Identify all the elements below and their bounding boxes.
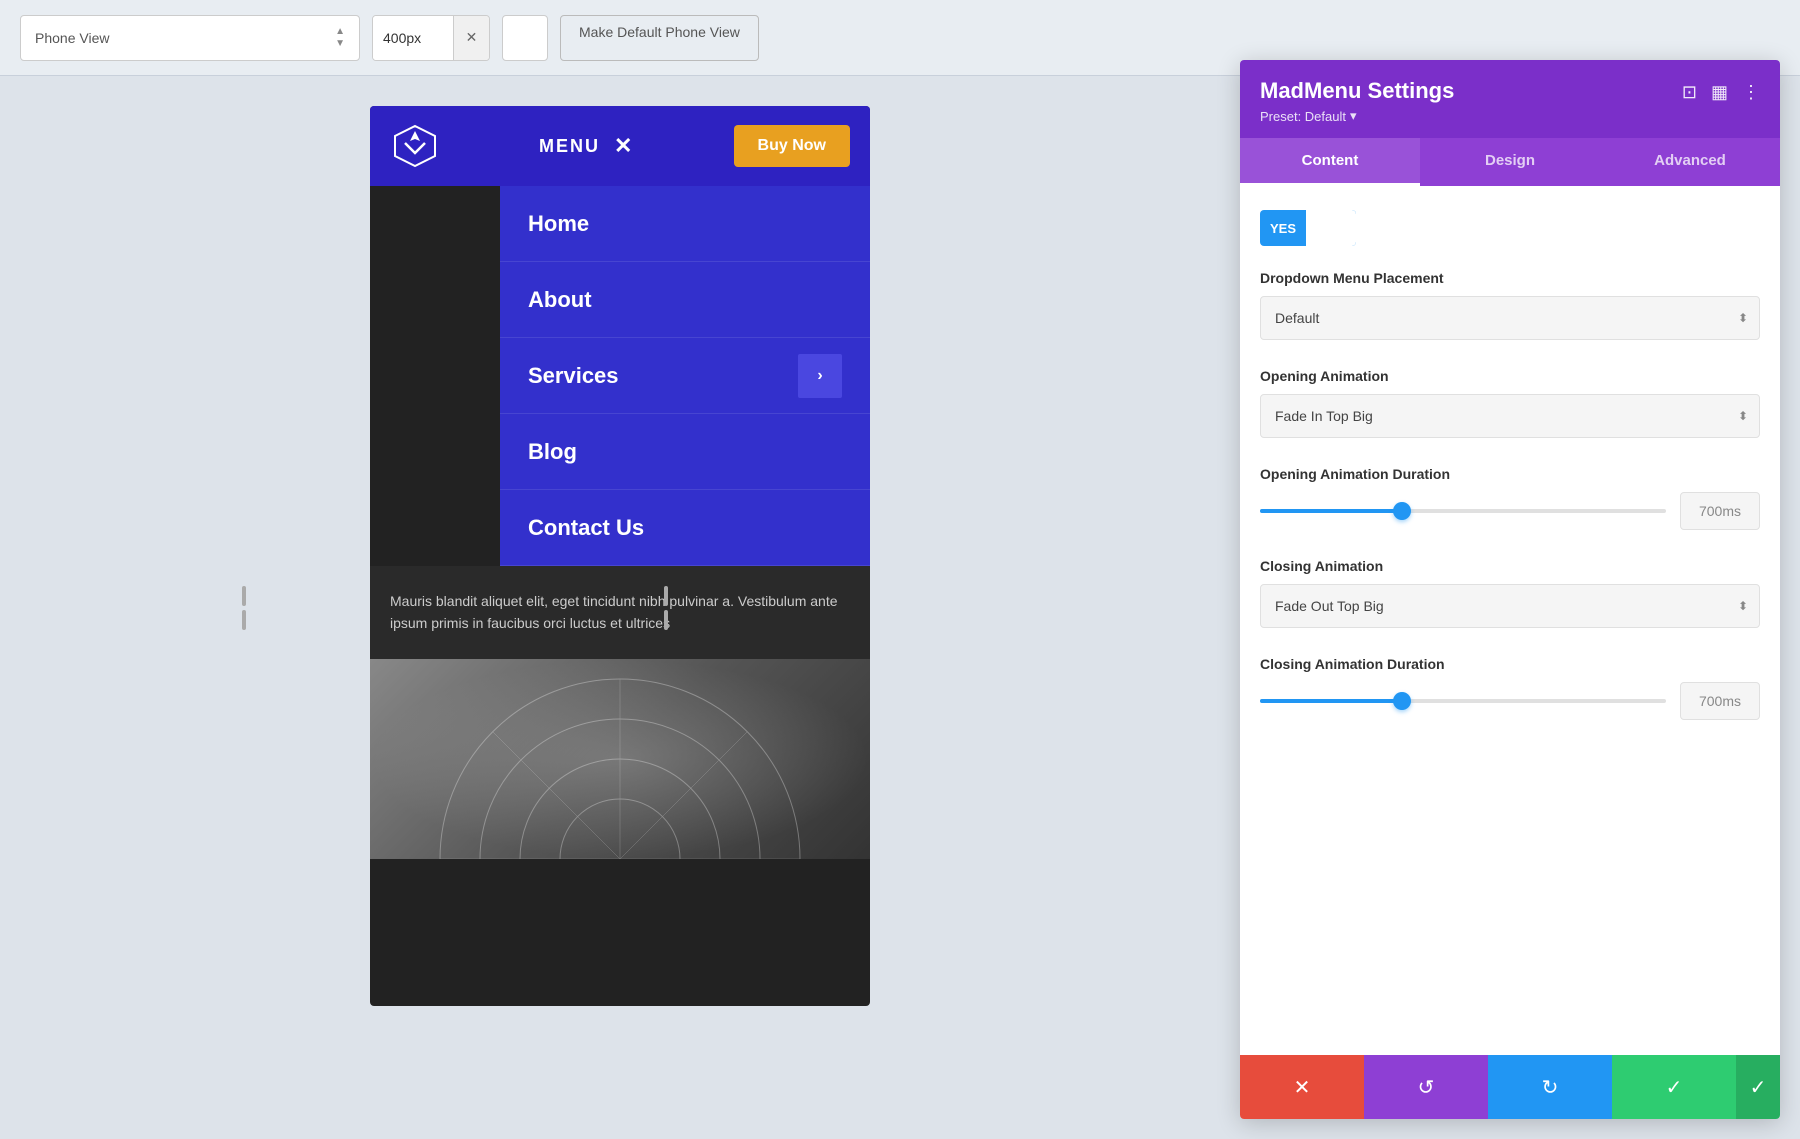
closing-animation-select[interactable]: Fade Out Top Big Fade Out Left Fade Out … <box>1260 584 1760 628</box>
closing-duration-thumb[interactable] <box>1393 692 1411 710</box>
closing-duration-fill <box>1260 699 1402 703</box>
handle-bar <box>242 610 246 630</box>
yes-toggle[interactable]: YES <box>1260 210 1356 246</box>
menu-dropdown: Home About Services › Blog Contact Us <box>500 186 870 566</box>
opening-duration-value: 700ms <box>1680 492 1760 530</box>
closing-animation-label: Closing Animation <box>1260 558 1760 574</box>
panel-header: MadMenu Settings Preset: Default ▾ ⊡ ▦ ⋮ <box>1240 60 1780 138</box>
nav-menu-area: MENU ✕ <box>539 133 634 159</box>
toggle-box <box>1306 210 1356 246</box>
panel-footer: ✕ ↺ ↻ ✓ ✓ <box>1240 1055 1780 1119</box>
opening-animation-select-wrapper: Fade In Top Big Fade In Left Fade In Rig… <box>1260 394 1760 438</box>
panel-header-icons: ⊡ ▦ ⋮ <box>1682 82 1760 103</box>
extra-save-button[interactable]: ✓ <box>1736 1055 1780 1119</box>
closing-animation-select-wrapper: Fade Out Top Big Fade Out Left Fade Out … <box>1260 584 1760 628</box>
opening-animation-field: Opening Animation Fade In Top Big Fade I… <box>1260 368 1760 438</box>
menu-item-label: Blog <box>528 439 577 465</box>
opening-animation-label: Opening Animation <box>1260 368 1760 384</box>
menu-item-services[interactable]: Services › <box>500 338 870 414</box>
settings-panel: MadMenu Settings Preset: Default ▾ ⊡ ▦ ⋮… <box>1240 60 1780 1119</box>
dropdown-placement-select[interactable]: Default Left Right Center <box>1260 296 1760 340</box>
closing-duration-value: 700ms <box>1680 682 1760 720</box>
closing-duration-slider-row: 700ms <box>1260 682 1760 720</box>
dropdown-placement-label: Dropdown Menu Placement <box>1260 270 1760 286</box>
left-resize-handle[interactable] <box>242 586 246 630</box>
body-text: Mauris blandit aliquet elit, eget tincid… <box>390 590 850 635</box>
opening-duration-slider-row: 700ms <box>1260 492 1760 530</box>
menu-item-contact[interactable]: Contact Us <box>500 490 870 566</box>
submenu-arrow[interactable]: › <box>798 354 842 398</box>
phone-view-label: Phone View <box>35 30 109 46</box>
menu-item-about[interactable]: About <box>500 262 870 338</box>
phone-frame: MENU ✕ Buy Now Home About Services › Blo… <box>370 106 870 1006</box>
closing-duration-track <box>1260 699 1666 703</box>
closing-duration-label: Closing Animation Duration <box>1260 656 1760 672</box>
panel-body: YES Dropdown Menu Placement Default Left… <box>1240 186 1780 1055</box>
dropdown-placement-select-wrapper: Default Left Right Center ⬍ <box>1260 296 1760 340</box>
menu-item-label: Contact Us <box>528 515 644 541</box>
toggle-row: YES <box>1260 210 1760 246</box>
nav-logo <box>390 121 440 171</box>
color-picker-box[interactable] <box>502 15 548 61</box>
right-resize-handle[interactable] <box>664 586 668 630</box>
panel-tabs: Content Design Advanced <box>1240 138 1780 186</box>
opening-duration-track <box>1260 509 1666 513</box>
panel-header-info: MadMenu Settings Preset: Default ▾ <box>1260 78 1454 124</box>
menu-item-home[interactable]: Home <box>500 186 870 262</box>
handle-bar <box>664 586 668 606</box>
opening-duration-fill <box>1260 509 1402 513</box>
panel-title: MadMenu Settings <box>1260 78 1454 104</box>
closing-animation-field: Closing Animation Fade Out Top Big Fade … <box>1260 558 1760 628</box>
page-content: Mauris blandit aliquet elit, eget tincid… <box>370 566 870 659</box>
menu-item-label: Home <box>528 211 589 237</box>
phone-view-arrows: ▲▼ <box>335 26 345 49</box>
opening-duration-field: Opening Animation Duration 700ms <box>1260 466 1760 530</box>
tab-advanced[interactable]: Advanced <box>1600 138 1780 186</box>
yes-label: YES <box>1260 221 1306 236</box>
phone-view-select[interactable]: Phone View ▲▼ <box>20 15 360 61</box>
tab-content[interactable]: Content <box>1240 138 1420 186</box>
reset-button[interactable]: ↺ <box>1364 1055 1488 1119</box>
save-button[interactable]: ✓ <box>1612 1055 1736 1119</box>
menu-item-label: Services <box>528 363 619 389</box>
tab-design[interactable]: Design <box>1420 138 1600 186</box>
opening-animation-select[interactable]: Fade In Top Big Fade In Left Fade In Rig… <box>1260 394 1760 438</box>
expand-icon[interactable]: ⊡ <box>1682 82 1697 103</box>
nav-header: MENU ✕ Buy Now <box>370 106 870 186</box>
redo-button[interactable]: ↻ <box>1488 1055 1612 1119</box>
closing-duration-field: Closing Animation Duration 700ms <box>1260 656 1760 720</box>
preview-area: MENU ✕ Buy Now Home About Services › Blo… <box>0 76 1240 1139</box>
px-close-button[interactable]: ✕ <box>453 16 489 60</box>
menu-item-blog[interactable]: Blog <box>500 414 870 490</box>
cancel-button[interactable]: ✕ <box>1240 1055 1364 1119</box>
px-input[interactable] <box>373 16 453 60</box>
menu-item-label: About <box>528 287 592 313</box>
panel-preset[interactable]: Preset: Default ▾ <box>1260 108 1454 124</box>
page-image <box>370 659 870 859</box>
handle-bar <box>242 586 246 606</box>
opening-duration-thumb[interactable] <box>1393 502 1411 520</box>
more-icon[interactable]: ⋮ <box>1742 82 1760 103</box>
nav-close-icon[interactable]: ✕ <box>614 133 634 159</box>
dropdown-placement-field: Dropdown Menu Placement Default Left Rig… <box>1260 270 1760 340</box>
buy-now-button[interactable]: Buy Now <box>734 125 850 167</box>
px-input-wrap: ✕ <box>372 15 490 61</box>
make-default-button[interactable]: Make Default Phone View <box>560 15 759 61</box>
opening-duration-label: Opening Animation Duration <box>1260 466 1760 482</box>
layout-icon[interactable]: ▦ <box>1711 82 1728 103</box>
menu-label: MENU <box>539 136 600 157</box>
handle-bar <box>664 610 668 630</box>
